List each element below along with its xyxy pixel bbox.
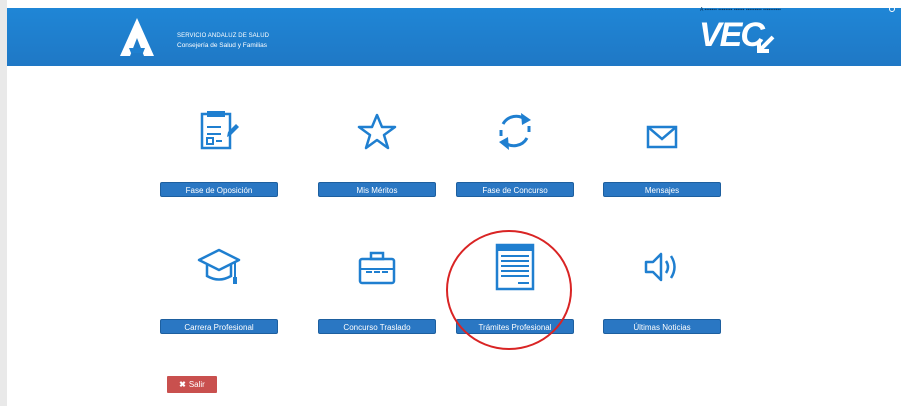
top-info-strip: A ▪▪▪▪▪▪▪ ▪▪▪▪▪▪▪▪ ▪▪▪▪▪▪ ▪▪▪▪▪▪▪▪▪ ▪▪▪▪… bbox=[700, 7, 781, 13]
logout-button[interactable]: ✖ Salir bbox=[167, 376, 217, 393]
vec-logo-text: VEC bbox=[699, 16, 765, 54]
window-left-edge bbox=[0, 0, 7, 406]
logout-label: Salir bbox=[188, 380, 205, 389]
highlight-annotation-circle bbox=[446, 230, 572, 350]
tile-fase-concurso[interactable]: Fase de Concurso bbox=[456, 110, 574, 210]
fase-concurso-button[interactable]: Fase de Concurso bbox=[456, 182, 574, 197]
org-line-2: Consejería de Salud y Familias bbox=[177, 42, 267, 49]
organization-name: SERVICIO ANDALUZ DE SALUD Consejería de … bbox=[177, 31, 269, 51]
mensajes-button[interactable]: Mensajes bbox=[603, 182, 721, 197]
speaker-icon bbox=[644, 252, 676, 282]
briefcase-icon bbox=[358, 251, 396, 285]
checklist-pencil-icon bbox=[200, 111, 239, 150]
tile-concurso-traslado[interactable]: Concurso Traslado bbox=[318, 247, 436, 347]
refresh-icon bbox=[499, 113, 531, 150]
graduation-cap-icon bbox=[197, 248, 241, 284]
tile-mensajes[interactable]: Mensajes bbox=[603, 110, 721, 210]
app-header: SERVICIO ANDALUZ DE SALUD Consejería de … bbox=[7, 8, 901, 66]
carrera-profesional-button[interactable]: Carrera Profesional bbox=[160, 319, 278, 334]
fase-oposicion-button[interactable]: Fase de Oposición bbox=[160, 182, 278, 197]
envelope-icon bbox=[646, 125, 678, 149]
org-line-1: SERVICIO ANDALUZ DE SALUD bbox=[177, 33, 270, 39]
star-icon bbox=[357, 113, 397, 150]
cursor-arrow-icon bbox=[757, 35, 775, 53]
tile-fase-oposicion[interactable]: Fase de Oposición bbox=[160, 110, 278, 210]
tile-mis-meritos[interactable]: Mis Méritos bbox=[318, 110, 436, 210]
top-indicator-icon bbox=[889, 6, 895, 12]
mis-meritos-button[interactable]: Mis Méritos bbox=[318, 182, 436, 197]
ultimas-noticias-button[interactable]: Últimas Noticias bbox=[603, 319, 721, 334]
close-icon: ✖ bbox=[179, 380, 186, 389]
concurso-traslado-button[interactable]: Concurso Traslado bbox=[318, 319, 436, 334]
andalucia-logo-icon bbox=[120, 18, 154, 56]
vec-logo[interactable]: VEC bbox=[699, 16, 809, 60]
tile-ultimas-noticias[interactable]: Últimas Noticias bbox=[603, 247, 721, 347]
tile-carrera-profesional[interactable]: Carrera Profesional bbox=[160, 247, 278, 347]
